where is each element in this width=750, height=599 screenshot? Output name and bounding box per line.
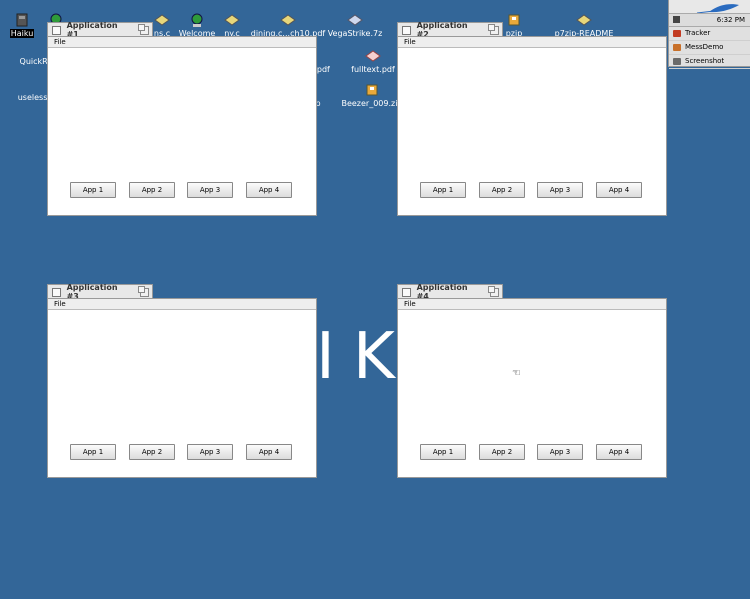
folder-icon [224, 14, 240, 26]
deskbar-item-label: MessDemo [685, 43, 724, 51]
deskbar-item-messdemo[interactable]: MessDemo [669, 41, 750, 55]
clock[interactable]: 6:32 PM [717, 14, 745, 26]
zoom-box-icon[interactable] [488, 23, 500, 35]
archive-icon [366, 84, 378, 96]
status-tray: 6:32 PM [669, 13, 750, 27]
desktop-watermark: IK [316, 320, 413, 394]
deskbar-item-screenshot[interactable]: Screenshot [669, 55, 750, 69]
menu-bar: File [398, 299, 666, 310]
close-box-icon[interactable] [402, 25, 411, 35]
app-2-button[interactable]: App 2 [129, 444, 175, 460]
window-content: File App 1 App 2 App 3 App 4 [397, 298, 667, 478]
app-3-button[interactable]: App 3 [187, 444, 233, 460]
menu-file[interactable]: File [404, 300, 416, 308]
app-1-button[interactable]: App 1 [70, 444, 116, 460]
menu-bar: File [48, 37, 316, 48]
window-tab[interactable]: Application #1 [47, 21, 153, 39]
menu-bar: File [398, 37, 666, 48]
window-content: File App 1 App 2 App 3 App 4 [47, 298, 317, 478]
desktop-icon-label: Beezer_009.zip [341, 99, 403, 108]
screenshot-icon [673, 58, 681, 65]
window-tab[interactable]: Application #3 [47, 283, 153, 301]
zoom-box-icon[interactable] [138, 23, 150, 35]
app-1-button[interactable]: App 1 [70, 182, 116, 198]
pdf-icon [365, 50, 381, 62]
zoom-box-icon[interactable] [138, 285, 150, 297]
zoom-box-icon[interactable] [488, 285, 500, 297]
deskbar-item-label: Tracker [685, 29, 711, 37]
app-4-button[interactable]: App 4 [596, 444, 642, 460]
deskbar-item-tracker[interactable]: Tracker [669, 27, 750, 41]
desktop-icon-p7zip-readme[interactable]: p7zip-README [544, 12, 624, 38]
close-box-icon[interactable] [402, 287, 411, 297]
app-4-button[interactable]: App 4 [246, 444, 292, 460]
app-3-button[interactable]: App 3 [537, 444, 583, 460]
window-content: File App 1 App 2 App 3 App 4 [397, 36, 667, 216]
app-2-button[interactable]: App 2 [129, 182, 175, 198]
archive-icon [347, 14, 363, 26]
desktop-icon-vegastrike[interactable]: VegaStrike.7z [315, 12, 395, 38]
app-1-button[interactable]: App 1 [420, 182, 466, 198]
close-box-icon[interactable] [52, 25, 61, 35]
window-content: File App 1 App 2 App 3 App 4 [47, 36, 317, 216]
tracker-icon [673, 30, 681, 37]
menu-file[interactable]: File [404, 38, 416, 46]
deskbar-item-label: Screenshot [685, 57, 725, 65]
window-tab[interactable]: Application #4 [397, 283, 503, 301]
deskbar: 6:32 PM Tracker MessDemo Screenshot [668, 0, 750, 69]
app-2-button[interactable]: App 2 [479, 182, 525, 198]
folder-icon [280, 14, 296, 26]
app-2-button[interactable]: App 2 [479, 444, 525, 460]
close-box-icon[interactable] [52, 287, 61, 297]
hand-cursor-icon: ☜ [512, 368, 521, 379]
app-4-button[interactable]: App 4 [596, 182, 642, 198]
app-1-button[interactable]: App 1 [420, 444, 466, 460]
desktop-icon-label: useless- [17, 93, 51, 102]
menu-file[interactable]: File [54, 300, 66, 308]
app-3-button[interactable]: App 3 [537, 182, 583, 198]
tray-icon[interactable] [673, 16, 680, 23]
menu-bar: File [48, 299, 316, 310]
desktop-icon-label: fulltext.pdf [351, 65, 395, 74]
app-icon [673, 44, 681, 51]
leaf-menu-button[interactable] [669, 0, 750, 14]
archive-icon [508, 14, 520, 26]
desktop-icon-label: VegaStrike.7z [327, 29, 383, 38]
app-3-button[interactable]: App 3 [187, 182, 233, 198]
menu-file[interactable]: File [54, 38, 66, 46]
app-4-button[interactable]: App 4 [246, 182, 292, 198]
folder-icon [576, 14, 592, 26]
window-tab[interactable]: Application #2 [397, 21, 503, 39]
